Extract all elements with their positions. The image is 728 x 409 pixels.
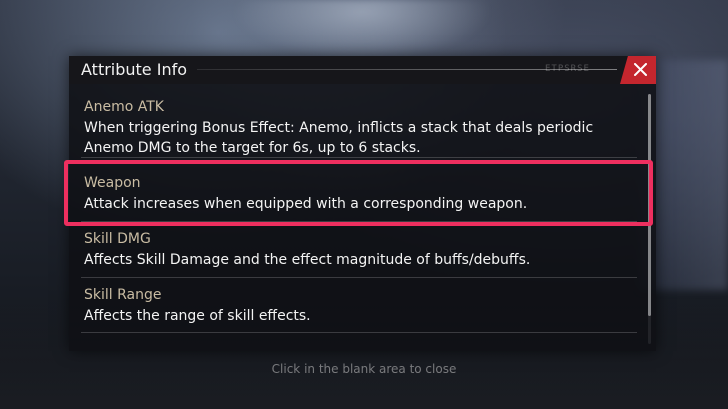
header-decoration-text: ETPSRSE: [545, 64, 590, 74]
attribute-info-dialog: Attribute Info ETPSRSE Anemo ATK When tr…: [69, 56, 656, 351]
attribute-label: Weapon: [84, 175, 141, 191]
attribute-label: Anemo ATK: [84, 99, 164, 115]
description-line: When triggering Bonus Effect: Anemo, inf…: [84, 120, 594, 136]
game-scene[interactable]: Attribute Info ETPSRSE Anemo ATK When tr…: [0, 0, 728, 409]
background-character: [232, 0, 492, 60]
close-hint-text: Click in the blank area to close: [271, 362, 457, 376]
dialog-title: Attribute Info: [81, 60, 188, 79]
description-line: Affects Skill Damage and the effect magn…: [84, 252, 531, 268]
dialog-header: Attribute Info ETPSRSE: [69, 56, 656, 84]
description-line: Attack increases when equipped with a co…: [84, 196, 528, 212]
description-line: Affects the range of skill effects.: [84, 308, 311, 324]
attribute-description: Attack increases when equipped with a co…: [84, 194, 634, 214]
attribute-description: Affects Skill Damage and the effect magn…: [84, 250, 634, 270]
scrollbar[interactable]: [648, 94, 651, 344]
item-divider: [81, 332, 637, 333]
description-line: Anemo DMG to the target for 6s, up to 6 …: [84, 140, 421, 156]
attribute-label: Skill DMG: [84, 231, 151, 247]
item-divider: [81, 221, 637, 222]
attribute-label: Skill Range: [84, 287, 162, 303]
attribute-description: Affects the range of skill effects.: [84, 306, 634, 326]
item-divider: [81, 277, 637, 278]
attribute-list[interactable]: Anemo ATK When triggering Bonus Effect: …: [69, 84, 656, 351]
close-button[interactable]: [620, 56, 656, 84]
scrollbar-thumb[interactable]: [648, 94, 651, 316]
item-divider: [81, 157, 637, 158]
attribute-description: When triggering Bonus Effect: Anemo, inf…: [84, 118, 634, 158]
close-icon: [634, 63, 647, 76]
